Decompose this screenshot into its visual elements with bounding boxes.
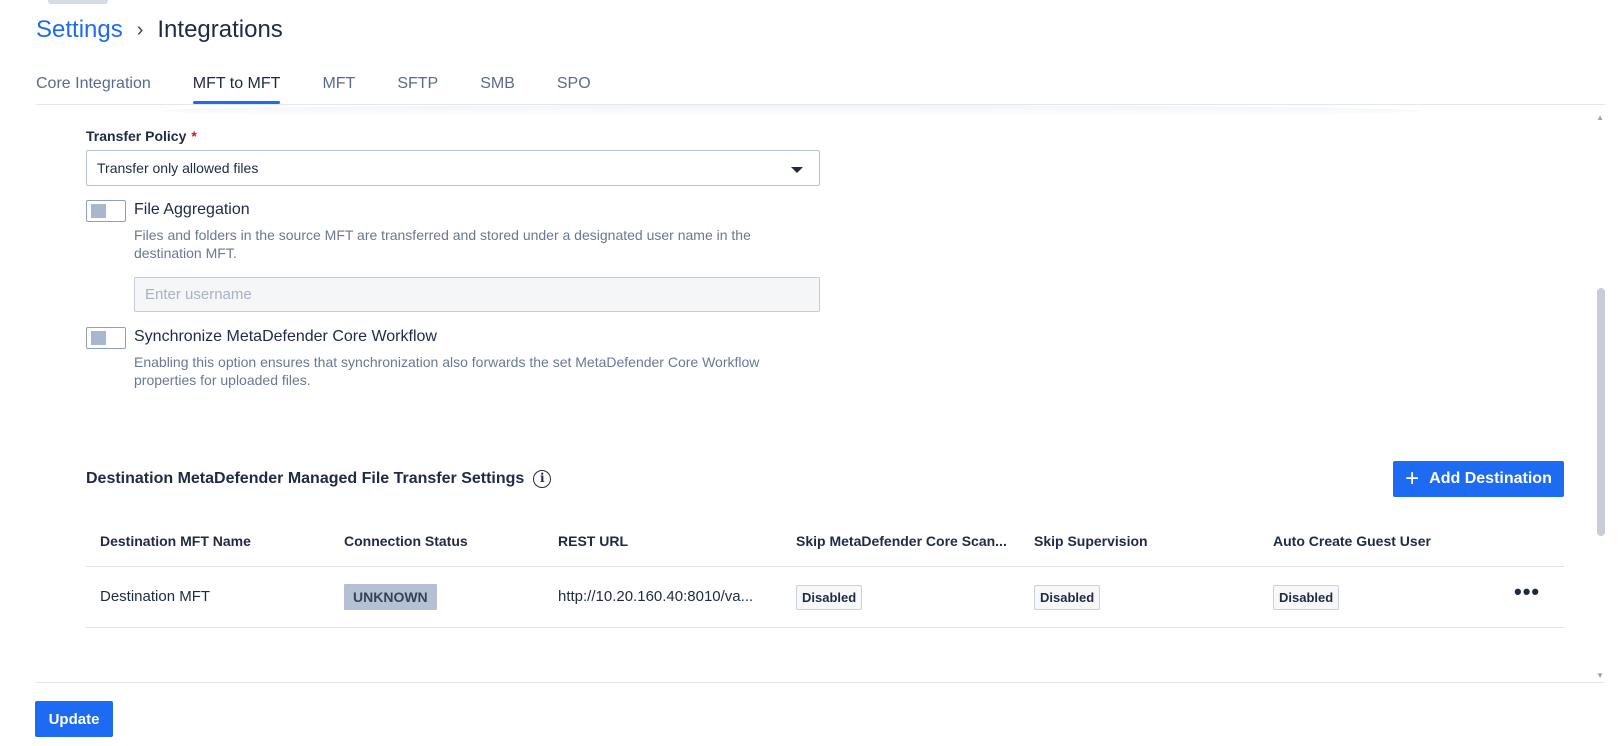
tab-core-integration[interactable]: Core Integration <box>36 74 151 106</box>
column-header-name[interactable]: Destination MFT Name <box>100 533 251 549</box>
scrollbar-thumb[interactable] <box>1597 288 1605 536</box>
toggle-knob <box>91 204 106 218</box>
plus-icon: + <box>1405 465 1420 492</box>
tab-mft[interactable]: MFT <box>322 74 355 106</box>
destination-name-cell: Destination MFT <box>100 588 211 605</box>
destinations-section-title: Destination MetaDefender Managed File Tr… <box>86 470 552 488</box>
status-badge: UNKNOWN <box>344 584 437 610</box>
breadcrumb: Settings › Integrations <box>36 16 283 44</box>
scroll-shadow <box>160 105 1420 117</box>
destinations-table: Destination MFT Name Connection Status R… <box>86 520 1564 628</box>
more-options-icon[interactable]: ••• <box>1514 581 1540 603</box>
required-mark: * <box>191 128 197 144</box>
transfer-policy-select[interactable]: Transfer only allowed files <box>86 150 820 186</box>
transfer-policy-label: Transfer Policy * <box>86 128 197 144</box>
transfer-policy-selected-value: Transfer only allowed files <box>97 160 259 176</box>
file-aggregation-toggle[interactable] <box>86 200 126 222</box>
username-input[interactable] <box>134 277 820 312</box>
tab-spo[interactable]: SPO <box>557 74 591 106</box>
chevron-right-icon: › <box>136 18 144 41</box>
tab-sftp[interactable]: SFTP <box>397 74 438 106</box>
table-row[interactable]: Destination MFT UNKNOWN http://10.20.160… <box>86 567 1564 628</box>
page-title: Integrations <box>157 16 283 43</box>
add-destination-label: Add Destination <box>1429 470 1552 487</box>
breadcrumb-settings-link[interactable]: Settings <box>36 16 123 44</box>
skip-core-scan-pill: Disabled <box>796 585 863 610</box>
sync-workflow-description: Enabling this option ensures that synchr… <box>134 354 760 388</box>
tab-mft-to-mft[interactable]: MFT to MFT <box>192 74 280 106</box>
caret-down-icon <box>791 167 803 173</box>
column-header-auto-create-guest[interactable]: Auto Create Guest User <box>1273 533 1431 549</box>
top-scroll-stub <box>48 0 108 4</box>
scroll-up-arrow-icon[interactable]: ▲ <box>1596 113 1604 122</box>
add-destination-button[interactable]: + Add Destination <box>1393 461 1564 497</box>
column-header-skip-supervision[interactable]: Skip Supervision <box>1034 533 1148 549</box>
scroll-down-arrow-icon[interactable]: ▼ <box>1596 671 1604 680</box>
rest-url-cell: http://10.20.160.40:8010/va... <box>558 588 754 605</box>
skip-supervision-pill: Disabled <box>1034 585 1101 610</box>
update-button[interactable]: Update <box>35 701 113 737</box>
column-header-skip-core-scan[interactable]: Skip MetaDefender Core Scan... <box>796 533 1007 549</box>
info-icon[interactable]: i <box>533 470 552 488</box>
file-aggregation-description: Files and folders in the source MFT are … <box>134 227 751 261</box>
footer-divider <box>35 682 1605 683</box>
table-header-row: Destination MFT Name Connection Status R… <box>86 520 1564 567</box>
transfer-policy-label-text: Transfer Policy <box>86 128 187 144</box>
file-aggregation-title: File Aggregation <box>134 201 250 218</box>
destinations-title-text: Destination MetaDefender Managed File Tr… <box>86 470 525 487</box>
column-header-connection-status[interactable]: Connection Status <box>344 533 468 549</box>
tab-bar: Core Integration MFT to MFT MFT SFTP SMB… <box>36 74 633 106</box>
column-header-rest-url[interactable]: REST URL <box>558 533 628 549</box>
auto-create-guest-pill: Disabled <box>1273 585 1340 610</box>
sync-workflow-title: Synchronize MetaDefender Core Workflow <box>134 328 437 345</box>
toggle-knob <box>91 331 106 345</box>
tab-smb[interactable]: SMB <box>480 74 515 106</box>
sync-workflow-toggle[interactable] <box>86 327 126 349</box>
